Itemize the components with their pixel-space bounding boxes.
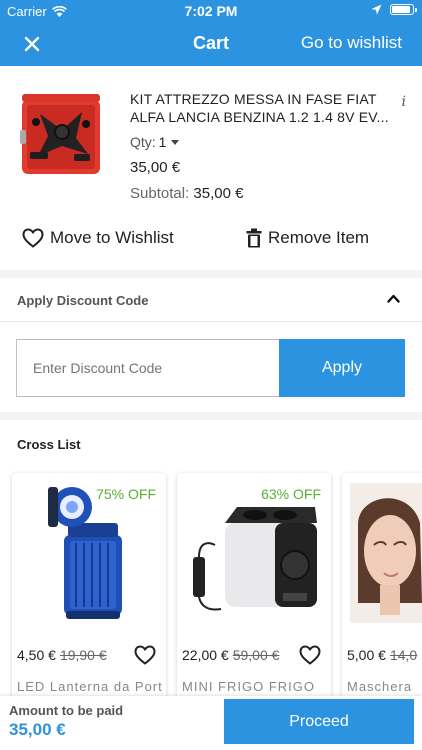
card-product-name: MINI FRIGO FRIGO: [182, 679, 315, 694]
proceed-button[interactable]: Proceed: [224, 699, 414, 744]
chevron-up-icon[interactable]: [387, 294, 400, 303]
qty-label: Qty:: [130, 134, 156, 150]
price-old: 14,0: [389, 647, 418, 663]
battery-icon: [390, 4, 417, 15]
card-price: 5,00 €14,0: [347, 647, 417, 663]
price-old: 19,90 €: [59, 647, 107, 663]
product-name[interactable]: KIT ATTREZZO MESSA IN FASE FIAT ALFA LAN…: [130, 90, 400, 126]
product-name-line-1: KIT ATTREZZO MESSA IN FASE FIAT: [130, 91, 377, 107]
card-product-name: LED Lanterna da Port: [17, 679, 163, 694]
price-current: 4,50 €: [17, 647, 56, 663]
price-old: 59,00 €: [232, 647, 280, 663]
discount-header[interactable]: Apply Discount Code: [0, 278, 422, 322]
subtotal-label: Subtotal:: [130, 185, 190, 202]
apply-discount-button[interactable]: Apply: [279, 339, 405, 397]
price-current: 22,00 €: [182, 647, 229, 663]
trash-icon: [246, 228, 262, 248]
cross-list-title: Cross List: [17, 437, 81, 452]
product-card[interactable]: 5,00 €14,0 Maschera: [342, 473, 422, 696]
heart-icon: [22, 228, 44, 248]
caret-down-icon: [171, 139, 180, 145]
location-arrow-icon: [371, 4, 382, 15]
product-price: 35,00 €: [130, 159, 181, 176]
heart-icon[interactable]: [299, 645, 321, 665]
battery-fill: [392, 6, 410, 13]
discount-code-input[interactable]: [16, 339, 279, 397]
subtotal-value: 35,00 €: [193, 185, 244, 202]
discount-badge: 63% OFF: [261, 486, 321, 502]
checkout-bar: Amount to be paid 35,00 € Proceed: [0, 696, 422, 750]
qty-value: 1: [158, 134, 167, 150]
cart-item: KIT ATTREZZO MESSA IN FASE FIAT ALFA LAN…: [0, 66, 422, 270]
remove-item-button[interactable]: Remove Item: [246, 228, 369, 248]
amount-value: 35,00 €: [9, 720, 66, 739]
status-bar: Carrier 7:02 PM: [0, 0, 422, 22]
go-to-wishlist-link[interactable]: Go to wishlist: [301, 33, 402, 53]
amount-label: Amount to be paid: [9, 703, 124, 718]
quantity-selector[interactable]: Qty: 1: [130, 134, 400, 150]
card-product-name: Maschera: [347, 679, 413, 694]
remove-item-label: Remove Item: [268, 228, 370, 247]
status-right: [371, 4, 417, 15]
cross-list-section: Cross List 75% OFF 4,50 €19,90 € LED Lan…: [0, 420, 422, 696]
card-price: 22,00 €59,00 €: [182, 647, 279, 663]
product-card[interactable]: 75% OFF 4,50 €19,90 € LED Lanterna da Po…: [12, 473, 166, 696]
product-image: [350, 483, 422, 623]
top-bar: Carrier 7:02 PM Cart Go to wishlist: [0, 0, 422, 66]
product-name-line-2: ALFA LANCIA BENZINA 1.2 1.4 8V EV...: [130, 109, 389, 125]
move-to-wishlist-label: Move to Wishlist: [50, 228, 174, 247]
discount-header-label: Apply Discount Code: [17, 293, 149, 308]
card-price: 4,50 €19,90 €: [17, 647, 107, 663]
product-info: KIT ATTREZZO MESSA IN FASE FIAT ALFA LAN…: [130, 90, 400, 202]
discount-badge: 75% OFF: [96, 486, 156, 502]
subtotal: Subtotal: 35,00 €: [130, 185, 400, 202]
heart-icon[interactable]: [134, 645, 156, 665]
clock: 7:02 PM: [184, 3, 238, 19]
discount-section: Apply Discount Code Apply: [0, 278, 422, 412]
price-current: 5,00 €: [347, 647, 386, 663]
product-card[interactable]: 63% OFF 22,00 €59,00 € MINI FRIGO FRIGO: [177, 473, 331, 696]
cart-item-actions: Move to Wishlist Remove Item: [0, 228, 422, 260]
info-icon[interactable]: i: [402, 94, 406, 110]
nav-bar: Cart Go to wishlist: [0, 22, 422, 66]
product-image: [48, 487, 122, 619]
product-image: [193, 507, 317, 611]
move-to-wishlist-button[interactable]: Move to Wishlist: [22, 228, 174, 248]
product-image[interactable]: [18, 92, 104, 182]
